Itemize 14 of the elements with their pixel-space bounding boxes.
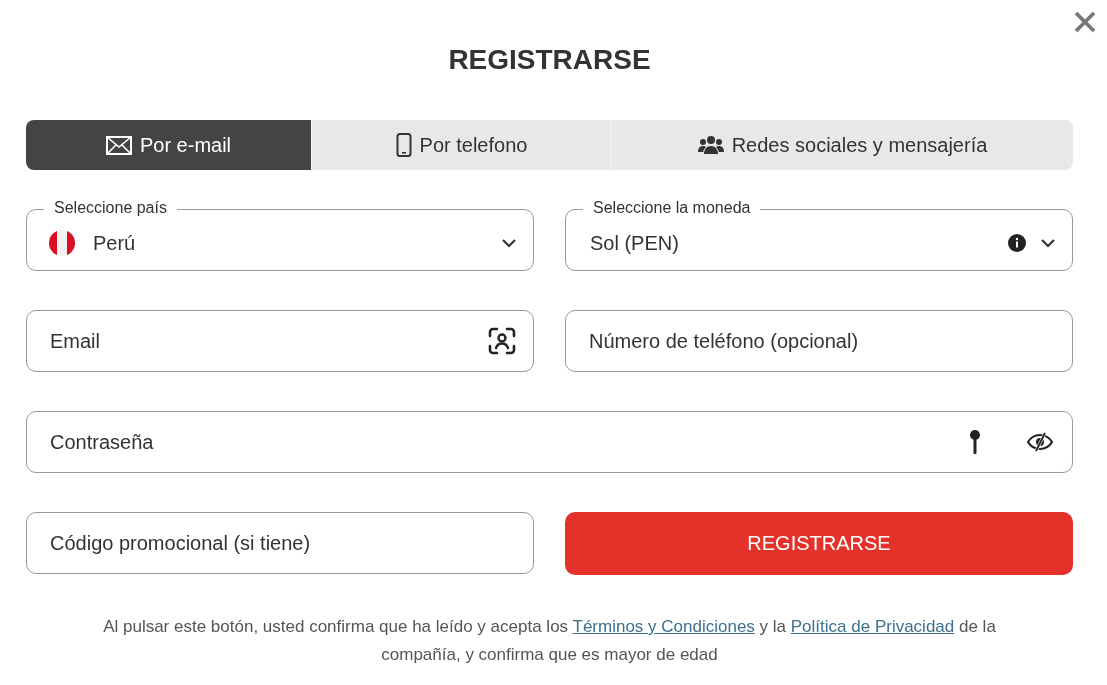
privacy-link[interactable]: Política de Privacidad	[790, 617, 955, 636]
register-button[interactable]: REGISTRARSE	[565, 512, 1073, 575]
field-value: Perú	[92, 231, 136, 255]
field-value: Sol (PEN)	[589, 231, 679, 255]
tab[interactable]: Por telefono	[312, 120, 611, 170]
legal-notice: Al pulsar este botón, usted confirma que ha leído y acepta los Términos y Condiciones y la Política de Privacidad de la compañía, y confirma que es mayor de edad	[102, 616, 997, 666]
promo-code-field[interactable]: Código promocional (si tiene)	[26, 512, 534, 574]
tab[interactable]: Redes sociales y mensajería	[612, 120, 1073, 170]
tab[interactable]: Por e-mail	[26, 120, 311, 170]
phone-field[interactable]: Número de teléfono (opcional)	[565, 310, 1073, 372]
terms-link[interactable]: Términos y Condiciones	[572, 617, 755, 636]
dialog-title: REGISTRARSE	[447, 43, 652, 76]
email-field[interactable]: Email	[26, 310, 534, 372]
password-field[interactable]: Contraseña	[26, 411, 1073, 473]
